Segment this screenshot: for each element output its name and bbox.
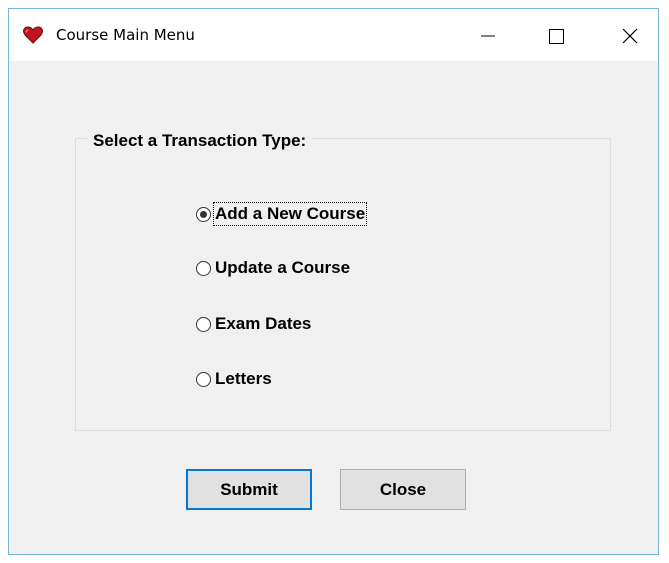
heart-icon (23, 26, 43, 44)
close-button[interactable]: Close (340, 469, 466, 510)
close-window-button[interactable] (603, 9, 659, 61)
radio-label: Update a Course (215, 258, 351, 277)
radio-label: Exam Dates (215, 314, 312, 333)
maximize-icon (549, 29, 564, 44)
minimize-icon (481, 35, 495, 37)
close-icon (622, 28, 638, 44)
radio-label: Add a New Course (212, 202, 368, 226)
window-title: Course Main Menu (56, 26, 195, 44)
radio-button[interactable] (196, 260, 211, 276)
radio-button-checked[interactable] (196, 206, 211, 222)
radio-button[interactable] (196, 316, 211, 332)
minimize-button[interactable] (461, 9, 517, 61)
radio-button[interactable] (196, 371, 211, 387)
transaction-type-group (75, 138, 611, 431)
maximize-button[interactable] (536, 9, 592, 61)
radio-update-course[interactable]: Update a Course (196, 256, 351, 280)
radio-letters[interactable]: Letters (196, 367, 273, 391)
radio-label: Letters (215, 369, 272, 388)
group-label: Select a Transaction Type: (87, 130, 313, 152)
course-main-menu-window: Course Main Menu Select a Transaction Ty… (8, 8, 659, 555)
submit-button[interactable]: Submit (186, 469, 312, 510)
title-bar[interactable]: Course Main Menu (9, 9, 658, 61)
radio-exam-dates[interactable]: Exam Dates (196, 312, 312, 336)
radio-add-new-course[interactable]: Add a New Course (196, 202, 368, 226)
